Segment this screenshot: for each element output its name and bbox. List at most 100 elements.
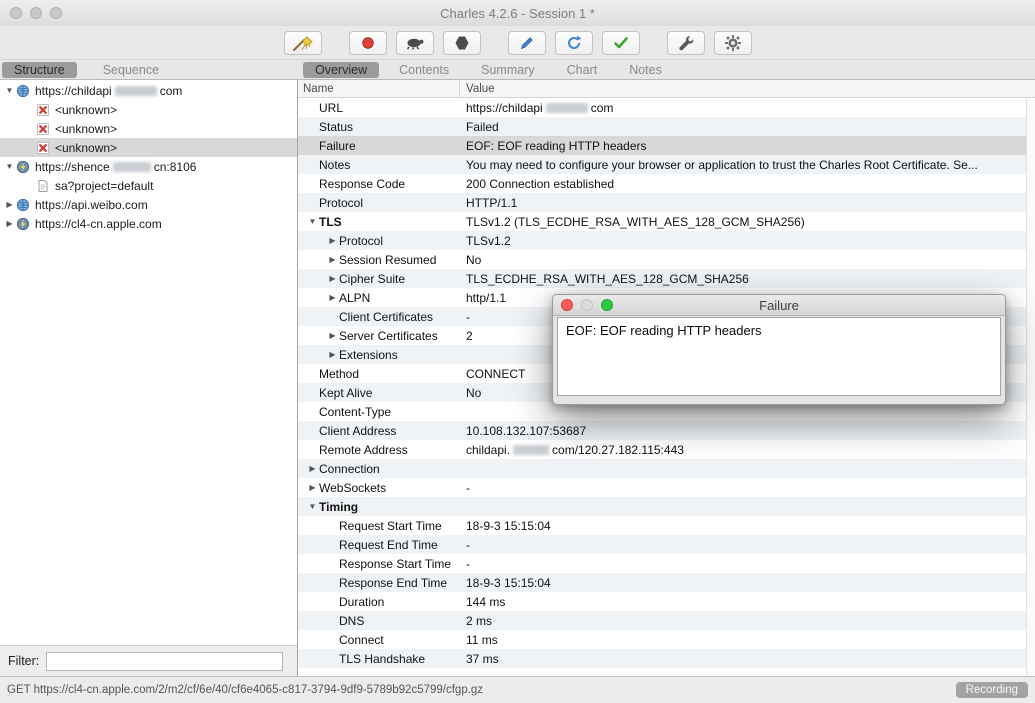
overview-row-response-start-time[interactable]: Response Start Time - [298, 554, 1035, 573]
overview-row-dns[interactable]: DNS 2 ms [298, 611, 1035, 630]
expand-arrow-icon[interactable]: ▶ [306, 483, 319, 492]
overview-row-websockets[interactable]: ▶ WebSockets - [298, 478, 1035, 497]
repeat-button[interactable] [554, 30, 593, 55]
overview-row-session-resumed[interactable]: ▶ Session Resumed No [298, 250, 1035, 269]
settings-button[interactable] [713, 30, 752, 55]
status-text: GET https://cl4-cn.apple.com/2/m2/cf/6e/… [7, 684, 484, 696]
row-value: Failed [466, 119, 499, 134]
overview-row-url[interactable]: URL https://childapi com [298, 98, 1035, 117]
overview-row-timing[interactable]: ▼ Timing [298, 497, 1035, 516]
overview-row-remote-address[interactable]: Remote Address childapi. com/120.27.182.11… [298, 440, 1035, 459]
overview-row-connection[interactable]: ▶ Connection [298, 459, 1035, 478]
row-value: - [466, 480, 470, 495]
overview-row-response-code[interactable]: Response Code 200 Connection established [298, 174, 1035, 193]
collapse-arrow-icon[interactable]: ▼ [306, 502, 319, 511]
breakpoints-button[interactable] [442, 30, 481, 55]
dialog-zoom-button[interactable] [601, 299, 613, 311]
filter-label: Filter: [8, 654, 40, 668]
expand-arrow-icon[interactable]: ▶ [326, 331, 339, 340]
expand-arrow-icon[interactable]: ▶ [3, 219, 16, 228]
tree-item[interactable]: sa?project=default [0, 176, 297, 195]
row-value: 2 ms [466, 613, 493, 628]
tab-overview[interactable]: Overview [303, 61, 380, 78]
validate-icon [612, 34, 630, 52]
row-value: 18-9-3 15:15:04 [466, 575, 551, 590]
row-value: - [466, 537, 470, 552]
tree-item[interactable]: ▶ https://api.weibo.com [0, 195, 297, 214]
row-value: childapi. com/120.27.182.115:443 [466, 442, 684, 457]
row-value: TLSv1.2 (TLS_ECDHE_RSA_WITH_AES_128_GCM_… [466, 214, 805, 229]
overview-row-protocol[interactable]: Protocol HTTP/1.1 [298, 193, 1035, 212]
record-icon [359, 34, 377, 52]
tab-sequence[interactable]: Sequence [91, 62, 171, 78]
tree-item[interactable]: <unknown> [0, 138, 297, 157]
broom-button[interactable] [283, 30, 322, 55]
row-name: Duration [339, 594, 385, 609]
dialog-minimize-button[interactable] [581, 299, 593, 311]
overview-row-status[interactable]: Status Failed [298, 117, 1035, 136]
record-button[interactable] [348, 30, 387, 55]
column-header-value[interactable]: Value [460, 80, 1035, 97]
overview-row-connect[interactable]: Connect 11 ms [298, 630, 1035, 649]
expand-arrow-icon[interactable]: ▶ [306, 464, 319, 473]
overview-row-duration[interactable]: Duration 144 ms [298, 592, 1035, 611]
collapse-arrow-icon[interactable]: ▼ [3, 162, 16, 171]
zoom-button[interactable] [50, 7, 62, 19]
dialog-title: Failure [759, 297, 799, 313]
tree-item[interactable]: <unknown> [0, 100, 297, 119]
row-value: 18-9-3 15:15:04 [466, 518, 551, 533]
tree-item[interactable]: <unknown> [0, 119, 297, 138]
overview-row-protocol[interactable]: ▶ Protocol TLSv1.2 [298, 231, 1035, 250]
throttle-button[interactable] [395, 30, 434, 55]
overview-row-tls-handshake[interactable]: TLS Handshake 37 ms [298, 649, 1035, 668]
row-name: Client Address [319, 423, 397, 438]
overview-row-notes[interactable]: Notes You may need to configure your brow… [298, 155, 1035, 174]
vertical-scrollbar[interactable] [1026, 98, 1035, 676]
tree-item[interactable]: ▼ https://childapi com [0, 81, 297, 100]
tab-summary[interactable]: Summary [469, 62, 546, 78]
tab-structure[interactable]: Structure [2, 61, 77, 78]
minimize-button[interactable] [30, 7, 42, 19]
expand-arrow-icon[interactable]: ▶ [326, 255, 339, 264]
expand-arrow-icon[interactable]: ▶ [326, 293, 339, 302]
tree-item-label: <unknown> [55, 121, 118, 136]
row-name: Connect [339, 632, 384, 647]
settings-icon [724, 34, 742, 52]
row-value: No [466, 252, 482, 267]
tab-contents[interactable]: Contents [387, 62, 461, 78]
tree-item-label: <unknown> [55, 140, 118, 155]
table-header: Name Value [298, 80, 1035, 98]
tab-notes[interactable]: Notes [617, 62, 674, 78]
overview-row-failure[interactable]: Failure EOF: EOF reading HTTP headers [298, 136, 1035, 155]
overview-row-request-end-time[interactable]: Request End Time - [298, 535, 1035, 554]
tab-chart[interactable]: Chart [555, 62, 610, 78]
collapse-arrow-icon[interactable]: ▼ [306, 217, 319, 226]
tree-item-label: sa?project=default [55, 178, 154, 193]
row-name: Connection [319, 461, 380, 476]
compose-button[interactable] [507, 30, 546, 55]
tools-button[interactable] [666, 30, 705, 55]
row-name: TLS Handshake [339, 651, 426, 666]
overview-row-client-address[interactable]: Client Address 10.108.132.107:53687 [298, 421, 1035, 440]
dialog-close-button[interactable] [561, 299, 573, 311]
recording-badge: Recording [955, 682, 1028, 698]
expand-arrow-icon[interactable]: ▶ [326, 274, 339, 283]
overview-row-tls[interactable]: ▼ TLS TLSv1.2 (TLS_ECDHE_RSA_WITH_AES_128_… [298, 212, 1035, 231]
overview-row-cipher-suite[interactable]: ▶ Cipher Suite TLS_ECDHE_RSA_WITH_AES_128_… [298, 269, 1035, 288]
filter-input[interactable] [46, 651, 283, 671]
overview-row-response-end-time[interactable]: Response End Time 18-9-3 15:15:04 [298, 573, 1035, 592]
collapse-arrow-icon[interactable]: ▼ [3, 86, 16, 95]
overview-row-request-start-time[interactable]: Request Start Time 18-9-3 15:15:04 [298, 516, 1035, 535]
row-name: Client Certificates [339, 309, 434, 324]
close-button[interactable] [10, 7, 22, 19]
expand-arrow-icon[interactable]: ▶ [3, 200, 16, 209]
row-name: Timing [319, 499, 359, 514]
tree-item[interactable]: ▶ https://cl4-cn.apple.com [0, 214, 297, 233]
tree-item-label: https://cl4-cn.apple.com [35, 216, 162, 231]
expand-arrow-icon[interactable]: ▶ [326, 350, 339, 359]
tree-item[interactable]: ▼ https://shence cn:8106 [0, 157, 297, 176]
column-header-name[interactable]: Name [298, 80, 460, 97]
validate-button[interactable] [601, 30, 640, 55]
expand-arrow-icon[interactable]: ▶ [326, 236, 339, 245]
filter-bar: Filter: [0, 645, 297, 676]
